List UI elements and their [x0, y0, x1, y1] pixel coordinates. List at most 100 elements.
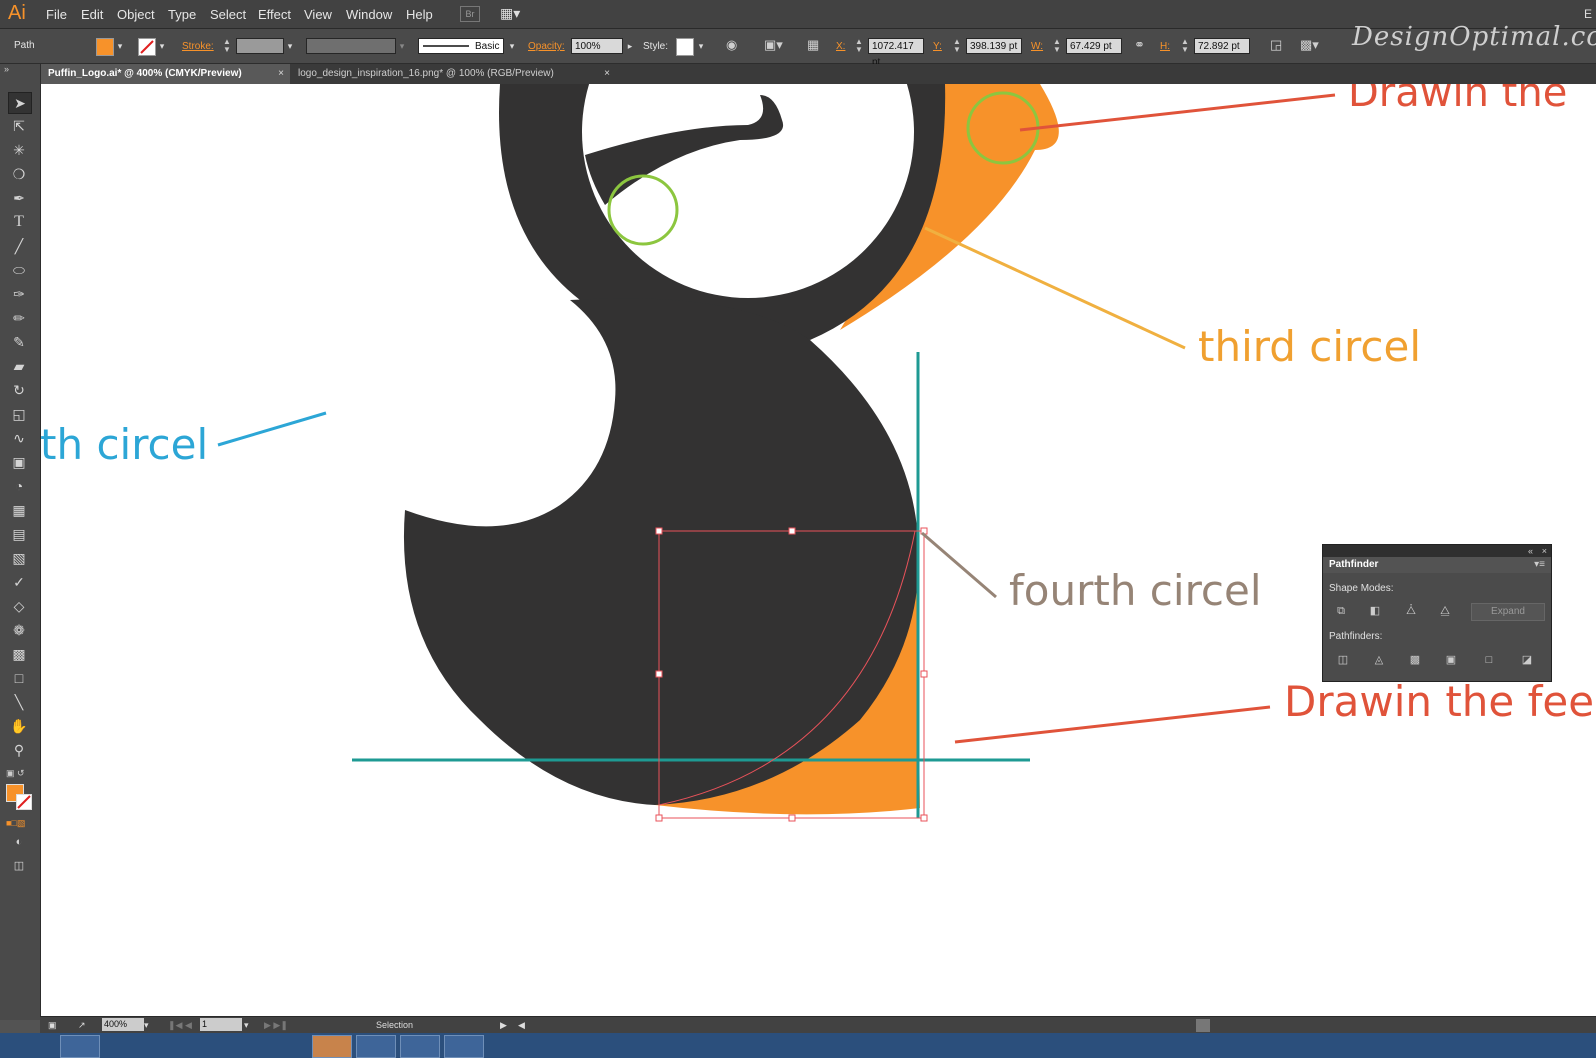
- brush-definition[interactable]: Basic: [418, 38, 504, 54]
- default-colors-icon[interactable]: ▣ ↺: [6, 768, 25, 779]
- menu-type[interactable]: Type: [168, 7, 196, 22]
- body-shape[interactable]: [403, 298, 919, 805]
- h-field[interactable]: 72.892 pt: [1194, 38, 1250, 54]
- workspace-label[interactable]: E: [1584, 7, 1592, 21]
- stroke-color-box[interactable]: [16, 794, 32, 810]
- zoom-field[interactable]: 400%: [102, 1018, 144, 1031]
- tab-puffin-logo[interactable]: Puffin_Logo.ai* @ 400% (CMYK/Preview) ×: [40, 64, 290, 84]
- workspace-switcher-icon[interactable]: ▦▾: [500, 5, 526, 21]
- opacity-arrow-icon[interactable]: ▸: [624, 38, 636, 54]
- tab-logo-design-inspiration[interactable]: logo_design_inspiration_16.png* @ 100% (…: [290, 64, 616, 84]
- crop-icon[interactable]: ▣: [1443, 653, 1459, 667]
- blend-tool-icon[interactable]: ◇: [8, 596, 30, 616]
- stroke-label[interactable]: Stroke:: [182, 41, 214, 52]
- taskbar-button[interactable]: [444, 1035, 484, 1058]
- menu-object[interactable]: Object: [117, 7, 155, 22]
- fill-dropdown-icon[interactable]: ▾: [114, 38, 126, 54]
- isolate-object-icon[interactable]: ▩▾: [1300, 37, 1319, 53]
- artboard-field[interactable]: 1: [200, 1018, 242, 1031]
- menu-edit[interactable]: Edit: [81, 7, 103, 22]
- close-icon[interactable]: ×: [278, 64, 284, 84]
- zoom-dropdown-icon[interactable]: ▾: [144, 1017, 149, 1033]
- menu-window[interactable]: Window: [346, 7, 392, 22]
- eyedropper-tool-icon[interactable]: ✓: [8, 572, 30, 592]
- variable-width-profile[interactable]: [306, 38, 396, 54]
- shape-builder-tool-icon[interactable]: ◔: [8, 476, 30, 496]
- color-mode-icons[interactable]: ■□▧: [6, 818, 25, 829]
- line-segment-tool-icon[interactable]: ╱: [8, 236, 30, 256]
- divide-icon[interactable]: ◫: [1335, 653, 1351, 667]
- taskbar-button[interactable]: [356, 1035, 396, 1058]
- profile-dropdown-icon[interactable]: ▾: [396, 38, 408, 54]
- collapse-icon[interactable]: «: [1528, 546, 1533, 556]
- blob-brush-tool-icon[interactable]: ✎: [8, 332, 30, 352]
- expand-button[interactable]: Expand: [1471, 603, 1545, 621]
- stroke-weight-dropdown-icon[interactable]: ▾: [284, 38, 296, 54]
- bridge-button[interactable]: Br: [460, 6, 480, 22]
- status-menu-arrow-icon[interactable]: ▶: [500, 1017, 507, 1033]
- panel-collapse-icon[interactable]: »: [4, 64, 9, 74]
- transform-icon[interactable]: ◲: [1270, 37, 1282, 53]
- eraser-tool-icon[interactable]: ▰: [8, 356, 30, 376]
- column-graph-tool-icon[interactable]: ▩: [8, 644, 30, 664]
- taskbar-button[interactable]: [60, 1035, 100, 1058]
- taskbar-button[interactable]: [400, 1035, 440, 1058]
- mesh-tool-icon[interactable]: ▤: [8, 524, 30, 544]
- taskbar-button-illustrator[interactable]: [312, 1035, 352, 1058]
- opacity-field[interactable]: 100%: [571, 38, 623, 54]
- stroke-weight-spinner[interactable]: ▲ ▼: [222, 38, 232, 54]
- style-dropdown-icon[interactable]: ▾: [695, 38, 707, 54]
- status-icon[interactable]: ▣: [48, 1017, 57, 1033]
- scroll-left-icon[interactable]: ◀: [518, 1017, 525, 1033]
- exclude-icon[interactable]: ⧋: [1437, 604, 1453, 618]
- unite-icon[interactable]: ⧉: [1333, 604, 1349, 618]
- x-spinner[interactable]: ▲ ▼: [854, 38, 864, 54]
- pencil-tool-icon[interactable]: ✏: [8, 308, 30, 328]
- drawing-mode-icon[interactable]: ◐: [8, 832, 30, 852]
- fill-swatch[interactable]: [96, 38, 114, 56]
- slice-tool-icon[interactable]: ╲: [8, 692, 30, 712]
- close-icon[interactable]: ×: [1542, 546, 1547, 556]
- minus-back-icon[interactable]: ◪: [1519, 653, 1535, 667]
- trim-icon[interactable]: ◬: [1371, 653, 1387, 667]
- magic-wand-tool-icon[interactable]: ✳: [8, 140, 30, 160]
- artboard-tool-icon[interactable]: □: [8, 668, 30, 688]
- w-field[interactable]: 67.429 pt: [1066, 38, 1122, 54]
- x-field[interactable]: 1072.417 pt: [868, 38, 924, 68]
- rotate-tool-icon[interactable]: ↻: [8, 380, 30, 400]
- direct-selection-tool-icon[interactable]: ⇱: [8, 116, 30, 136]
- last-artboard-icon[interactable]: ▶ ▶❚: [264, 1017, 288, 1033]
- opacity-label[interactable]: Opacity:: [528, 41, 565, 52]
- scale-tool-icon[interactable]: ◱: [8, 404, 30, 424]
- pathfinder-title[interactable]: Pathfinder: [1329, 559, 1378, 570]
- menu-effect[interactable]: Effect: [258, 7, 291, 22]
- gradient-tool-icon[interactable]: ▧: [8, 548, 30, 568]
- menu-select[interactable]: Select: [210, 7, 246, 22]
- horizontal-scrollbar-thumb[interactable]: [1196, 1019, 1210, 1032]
- paintbrush-tool-icon[interactable]: ✑: [8, 284, 30, 304]
- share-icon[interactable]: ↗: [78, 1017, 86, 1033]
- reference-point-icon[interactable]: ▦: [807, 37, 819, 53]
- artboard-dropdown-icon[interactable]: ▾: [244, 1017, 249, 1033]
- type-tool-icon[interactable]: T: [8, 212, 30, 232]
- minus-front-icon[interactable]: ◧: [1367, 604, 1383, 618]
- selection-tool-icon[interactable]: ➤: [8, 92, 32, 114]
- symbol-sprayer-tool-icon[interactable]: ❁: [8, 620, 30, 640]
- recolor-artwork-icon[interactable]: ◉: [726, 37, 737, 53]
- stroke-swatch[interactable]: [138, 38, 156, 56]
- free-transform-tool-icon[interactable]: ▣: [8, 452, 30, 472]
- align-to-icon[interactable]: ▣▾: [764, 37, 783, 53]
- panel-header[interactable]: « ×: [1323, 545, 1551, 557]
- w-spinner[interactable]: ▲ ▼: [1052, 38, 1062, 54]
- warp-tool-icon[interactable]: ∿: [8, 428, 30, 448]
- screen-mode-icon[interactable]: ◫: [8, 856, 30, 876]
- hand-tool-icon[interactable]: ✋: [8, 716, 30, 736]
- close-icon[interactable]: ×: [604, 64, 610, 84]
- menu-view[interactable]: View: [304, 7, 332, 22]
- outline-icon[interactable]: □: [1481, 653, 1497, 667]
- stroke-dropdown-icon[interactable]: ▾: [156, 38, 168, 54]
- first-artboard-icon[interactable]: ❚◀ ◀: [168, 1017, 192, 1033]
- y-field[interactable]: 398.139 pt: [966, 38, 1022, 54]
- ellipse-tool-icon[interactable]: ⬭: [8, 260, 30, 280]
- panel-menu-icon[interactable]: ▾≡: [1534, 559, 1545, 570]
